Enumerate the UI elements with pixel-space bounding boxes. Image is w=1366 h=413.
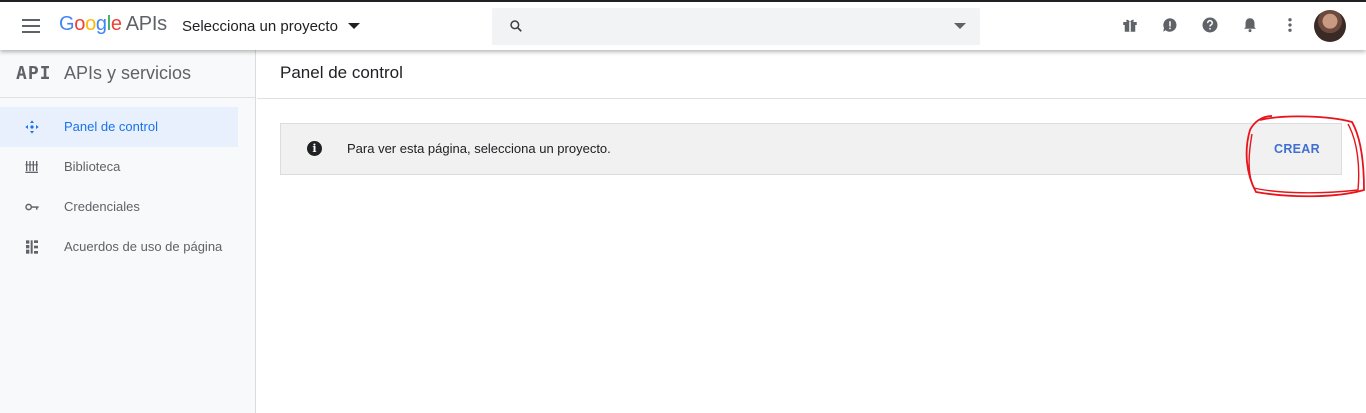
logo-letter: g — [95, 13, 107, 35]
logo-letter: e — [110, 13, 122, 35]
search-icon — [510, 20, 522, 32]
google-apis-logo[interactable]: Google APIs — [59, 13, 167, 36]
select-project-banner: i Para ver esta página, selecciona un pr… — [280, 123, 1342, 175]
page-title: Panel de control — [280, 63, 403, 82]
project-selector[interactable]: Selecciona un proyecto — [176, 10, 366, 42]
search-options-caret-icon[interactable] — [954, 23, 966, 29]
hamburger-icon-line — [22, 25, 40, 27]
more-vert-icon[interactable] — [1281, 16, 1299, 34]
sidebar-item-dashboard[interactable]: Panel de control — [0, 107, 238, 147]
main-menu-button[interactable] — [18, 14, 46, 38]
gift-icon[interactable] — [1121, 16, 1139, 34]
agreements-icon — [26, 240, 38, 254]
search-input[interactable] — [538, 14, 928, 39]
sidebar-item-label: Acuerdos de uso de página — [64, 239, 223, 254]
sidebar: API APIs y servicios Panel de control Bi… — [0, 50, 256, 413]
api-badge-icon: API — [16, 63, 52, 84]
caret-down-icon — [347, 23, 360, 29]
sidebar-item-credentials[interactable]: Credenciales — [0, 187, 238, 227]
logo-letter: o — [85, 13, 96, 35]
sidebar-item-library[interactable]: Biblioteca — [0, 147, 238, 187]
logo-letter: G — [59, 13, 75, 35]
account-avatar[interactable] — [1314, 10, 1346, 42]
banner-message: Para ver esta página, selecciona un proy… — [347, 141, 611, 156]
create-project-button[interactable]: CREAR — [1257, 135, 1337, 163]
project-selector-label: Selecciona un proyecto — [182, 17, 338, 35]
divider — [257, 98, 1366, 99]
sidebar-item-label: Panel de control — [64, 119, 158, 134]
feedback-icon[interactable] — [1161, 16, 1179, 34]
hamburger-icon-line — [22, 31, 40, 33]
sidebar-item-page-agreements[interactable]: Acuerdos de uso de página — [0, 227, 238, 267]
key-icon — [25, 203, 39, 211]
top-app-bar: Google APIs Selecciona un proyecto — [0, 0, 1366, 50]
sidebar-item-label: Biblioteca — [64, 159, 121, 174]
sidebar-title: APIs y servicios — [64, 63, 192, 83]
sidebar-header: API APIs y servicios — [0, 50, 255, 98]
search-bar[interactable] — [492, 8, 980, 45]
sidebar-item-label: Credenciales — [64, 199, 140, 214]
library-icon — [25, 161, 38, 173]
logo-apis-text: APIs — [125, 13, 167, 35]
notifications-icon[interactable] — [1241, 16, 1259, 34]
dashboard-icon — [25, 120, 39, 134]
help-icon[interactable] — [1201, 16, 1219, 34]
logo-letter: o — [74, 13, 86, 35]
hamburger-icon — [22, 19, 40, 21]
info-icon: i — [307, 141, 322, 156]
